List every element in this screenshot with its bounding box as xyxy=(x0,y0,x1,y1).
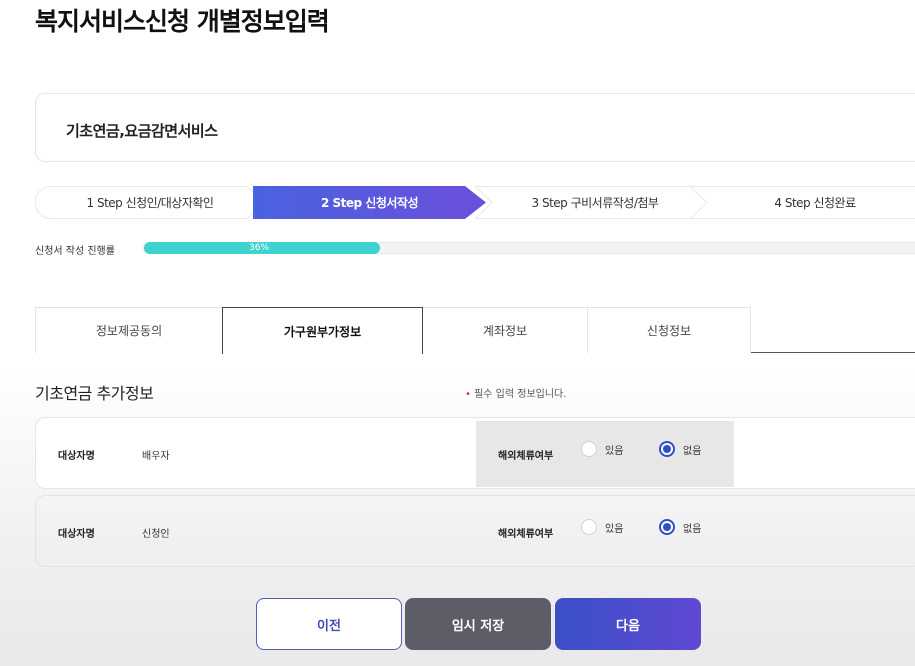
overseas-no-radio[interactable]: 없음 xyxy=(659,441,701,457)
step-4: 4 Step 신청완료 xyxy=(690,186,915,219)
step-4-label: 4 Step 신청완료 xyxy=(774,196,856,210)
radio-circle[interactable] xyxy=(581,519,597,535)
target-name-label: 대상자명 xyxy=(58,529,95,540)
step-1-label: 1 Step 신청인/대상자확인 xyxy=(86,196,214,210)
temp-save-button[interactable]: 임시 저장 xyxy=(405,598,551,650)
step-2-active: 2 Step 신청서작성 xyxy=(253,186,486,219)
radio-label: 없음 xyxy=(683,445,702,457)
page-title: 복지서비스신청 개별정보입력 xyxy=(35,7,330,36)
tab-info-consent[interactable]: 정보제공동의 xyxy=(35,307,223,353)
step-3-label: 3 Step 구비서류작성/첨부 xyxy=(531,196,659,210)
target-name-value: 배우자 xyxy=(142,451,170,462)
service-name: 기초연금,요금감면서비스 xyxy=(66,122,218,140)
radio-label: 있음 xyxy=(605,445,624,457)
step-2-label: 2 Step 신청서작성 xyxy=(320,196,419,210)
required-note-text: 필수 입력 정보입니다. xyxy=(474,389,567,400)
overseas-yes-radio[interactable]: 있음 xyxy=(581,519,623,535)
radio-label: 없음 xyxy=(683,523,702,535)
tab-household-info[interactable]: 가구원부가정보 xyxy=(222,307,423,354)
tab-bar: 정보제공동의 계좌정보 신청정보 가구원부가정보 xyxy=(35,307,915,354)
service-name-box: 기초연금,요금감면서비스 xyxy=(35,93,915,162)
progress-bar: 36% xyxy=(143,242,915,254)
required-dot-icon: • xyxy=(465,389,471,400)
radio-circle[interactable] xyxy=(581,441,597,457)
overseas-stay-label: 해외체류여부 xyxy=(498,451,554,462)
info-row-applicant: 대상자명 신청인 해외체류여부 있음 없음 xyxy=(35,495,915,567)
tab-account-info[interactable]: 계좌정보 xyxy=(422,307,588,353)
required-note: • 필수 입력 정보입니다. xyxy=(465,385,566,400)
target-name-value: 신청인 xyxy=(142,529,170,540)
tab-application-info[interactable]: 신청정보 xyxy=(587,307,751,353)
section-title: 기초연금 추가정보 xyxy=(35,384,154,403)
overseas-no-radio[interactable]: 없음 xyxy=(659,519,701,535)
info-row-spouse: 대상자명 배우자 해외체류여부 있음 없음 xyxy=(35,417,915,489)
progress-label: 신청서 작성 진행률 xyxy=(35,246,115,257)
radio-circle-checked[interactable] xyxy=(659,441,675,457)
target-name-label: 대상자명 xyxy=(58,451,95,462)
prev-button[interactable]: 이전 xyxy=(256,598,402,650)
progress-value: 36% xyxy=(249,243,270,253)
step-1: 1 Step 신청인/대상자확인 xyxy=(35,186,265,219)
radio-label: 있음 xyxy=(605,523,624,535)
radio-circle-checked[interactable] xyxy=(659,519,675,535)
step-3: 3 Step 구비서류작성/첨부 xyxy=(475,186,715,219)
step-indicator: 1 Step 신청인/대상자확인 3 Step 구비서류작성/첨부 4 Step… xyxy=(35,186,915,219)
next-button[interactable]: 다음 xyxy=(555,598,701,650)
overseas-yes-radio[interactable]: 있음 xyxy=(581,441,623,457)
overseas-stay-label: 해외체류여부 xyxy=(498,529,554,540)
